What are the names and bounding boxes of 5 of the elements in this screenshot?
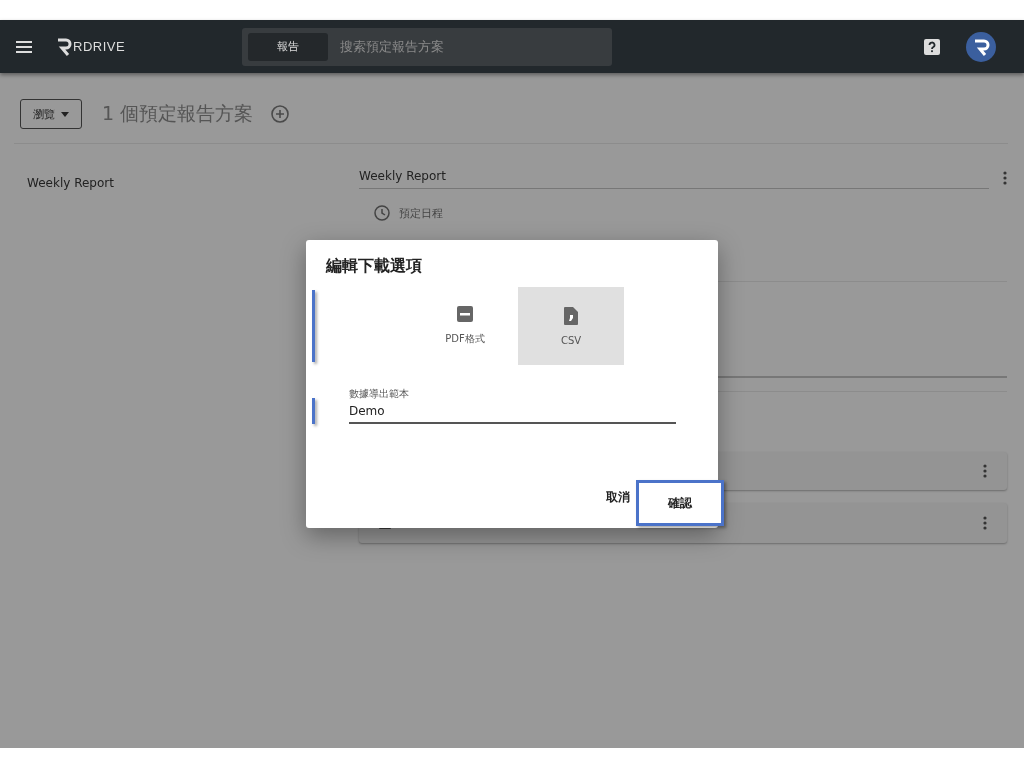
- schedule-label: 預定日程: [399, 205, 443, 221]
- field-label: 數據導出範本: [349, 387, 410, 401]
- page-title: 1 個預定報告方案: [102, 101, 254, 126]
- logo-text: RDRIVE: [73, 39, 126, 54]
- dialog-title: 編輯下載選項: [324, 255, 423, 277]
